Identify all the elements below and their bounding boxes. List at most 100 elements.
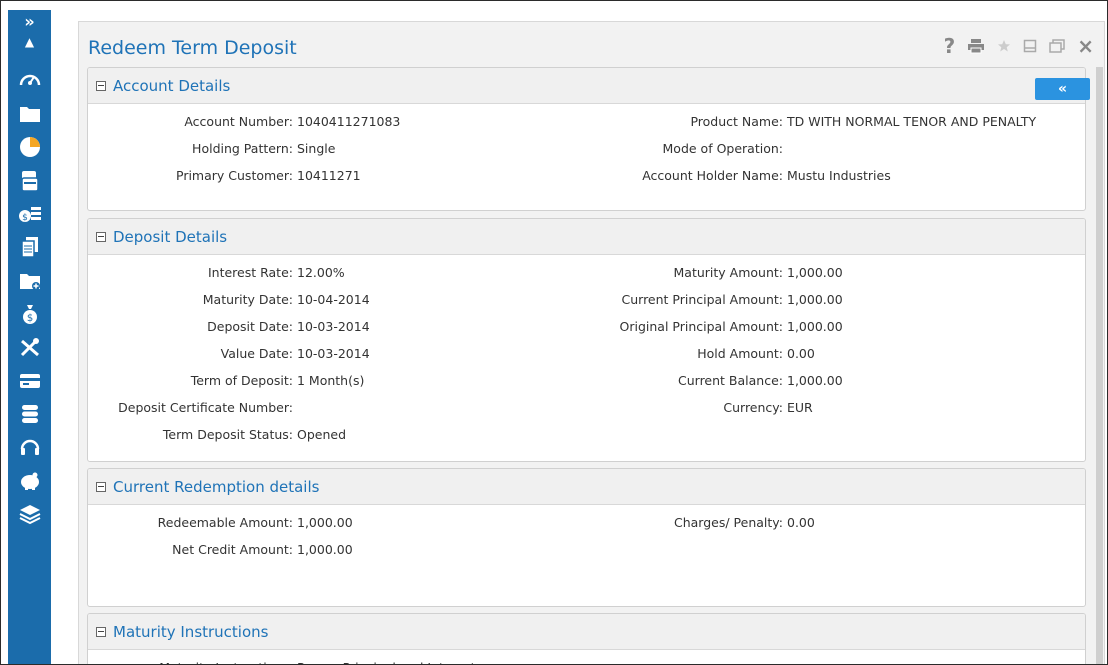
restore-button[interactable] [1049, 39, 1065, 53]
money-icon: $ [18, 207, 41, 223]
layers-icon [19, 505, 40, 525]
right-field-row: Original Principal Amount: 1,000.00 [88, 319, 1078, 337]
nav-support[interactable] [8, 433, 51, 461]
nav-savings[interactable] [8, 467, 51, 495]
account-details-section: Account Details Account Number: 104041127… [87, 67, 1086, 211]
expand-icon: » [24, 12, 35, 31]
field-value: 1,000.00 [787, 292, 843, 307]
dashboard-icon [19, 74, 40, 86]
section-title: Maturity Instructions [113, 622, 269, 641]
nav-documents[interactable] [8, 233, 51, 261]
app-frame: » ▲ $ $ Redeem Term Deposit ? × Account … [0, 0, 1108, 665]
print-button[interactable] [967, 38, 985, 54]
right-field-row: Hold Amount: 0.00 [88, 346, 1078, 364]
restore-icon [1049, 39, 1065, 53]
up-arrow-icon: ▲ [24, 35, 35, 49]
field-label: Charges/ Penalty: [674, 515, 783, 530]
help-button[interactable]: ? [944, 34, 956, 58]
deposit-details-header[interactable]: Deposit Details [88, 219, 1085, 255]
folder-icon [19, 107, 40, 122]
right-field-row: Charges/ Penalty: 0.00 [88, 515, 1078, 533]
right-field-row: Maturity Amount: 1,000.00 [88, 265, 1078, 283]
field-label: Maturity Amount: [673, 265, 784, 280]
piggy-bank-icon [20, 472, 39, 490]
field-label: Mode of Operation: [662, 141, 783, 156]
collapse-toggle-icon [96, 481, 106, 492]
field-value: 1,000.00 [787, 319, 843, 334]
nav-credit-card[interactable] [8, 367, 51, 395]
credit-card-icon [19, 374, 40, 388]
redeem-term-deposit-window: Redeem Term Deposit ? × Account Details [78, 21, 1105, 664]
redemption-details-header[interactable]: Current Redemption details [88, 469, 1085, 505]
collapse-toggle-icon [96, 231, 106, 242]
field-value: Renew Principal and Interest [297, 660, 476, 664]
nav-cards[interactable] [8, 167, 51, 195]
right-field-row: Product Name: TD WITH NORMAL TENOR AND PE… [88, 114, 1078, 132]
field-value: EUR [787, 400, 813, 415]
maturity-instructions-header[interactable]: Maturity Instructions [88, 614, 1085, 650]
headset-icon [20, 439, 39, 455]
vertical-scrollbar[interactable] [1096, 67, 1103, 664]
tools-icon [20, 338, 39, 357]
field-label: Product Name: [690, 114, 783, 129]
account-details-header[interactable]: Account Details [88, 68, 1085, 104]
nav-layers[interactable] [8, 500, 51, 528]
svg-text:$: $ [22, 213, 28, 223]
redemption-details-section: Current Redemption details Redeemable Am… [87, 468, 1086, 607]
deposit-details-section: Deposit Details Interest Rate: 12.00% Matu… [87, 218, 1086, 462]
scroll-up-button[interactable]: ▲ [8, 34, 51, 50]
nav-database[interactable] [8, 400, 51, 428]
right-field-row: Current Principal Amount: 1,000.00 [88, 292, 1078, 310]
star-icon [998, 40, 1011, 52]
scrollbar-thumb[interactable] [1096, 67, 1103, 664]
section-title: Current Redemption details [113, 477, 320, 496]
minimize-button[interactable] [1023, 39, 1037, 53]
close-button[interactable]: × [1077, 34, 1094, 58]
right-field-row: Currency: EUR [88, 400, 1078, 418]
minimize-icon [1023, 39, 1037, 53]
close-icon: × [1077, 34, 1094, 58]
field-label: Maturity Instructions: [159, 660, 293, 664]
field-label: Hold Amount: [697, 346, 783, 361]
field-value: 1,000.00 [787, 265, 843, 280]
favorite-button[interactable] [997, 39, 1011, 53]
database-icon [21, 405, 38, 423]
nav-money[interactable]: $ [8, 200, 51, 228]
field-label: Account Holder Name: [642, 168, 783, 183]
nav-pie-chart[interactable] [8, 133, 51, 161]
left-field-row: Term Deposit Status: Opened [88, 427, 1078, 445]
right-field-row: Current Balance: 1,000.00 [88, 373, 1078, 391]
field-label: Current Balance: [678, 373, 783, 388]
collapse-panel-button[interactable]: « [1035, 78, 1090, 100]
window-title: Redeem Term Deposit [88, 37, 297, 59]
section-title: Deposit Details [113, 227, 228, 246]
documents-icon [20, 237, 38, 258]
nav-money-bag[interactable]: $ [8, 300, 51, 328]
nav-tools[interactable] [8, 333, 51, 361]
expand-rail-button[interactable]: » [8, 12, 51, 32]
left-field-row: Maturity Instructions: Renew Principal an… [88, 660, 1078, 664]
right-field-row: Mode of Operation: [88, 141, 1078, 159]
folder-add-icon [19, 274, 40, 290]
collapse-toggle-icon [96, 80, 106, 91]
field-label: Original Principal Amount: [619, 319, 783, 334]
field-label: Currency: [723, 400, 783, 415]
field-value: 1,000.00 [297, 542, 353, 557]
field-value: 1,000.00 [787, 373, 843, 388]
left-nav-rail: » ▲ $ $ [8, 10, 51, 664]
nav-dashboard[interactable] [8, 66, 51, 94]
field-value: 0.00 [787, 346, 815, 361]
svg-text:$: $ [26, 313, 32, 324]
nav-folder-add[interactable] [8, 267, 51, 295]
money-bag-icon: $ [22, 305, 37, 324]
cards-icon [20, 171, 39, 192]
help-icon: ? [943, 34, 956, 58]
nav-folder[interactable] [8, 100, 51, 128]
maturity-instructions-section: Maturity Instructions Maturity Instructi… [87, 613, 1086, 664]
left-field-row: Net Credit Amount: 1,000.00 [88, 542, 1078, 560]
print-icon [968, 39, 985, 54]
right-field-row: Account Holder Name: Mustu Industries [88, 168, 1078, 186]
field-value: Opened [297, 427, 347, 442]
collapse-toggle-icon [96, 626, 106, 637]
section-title: Account Details [113, 76, 231, 95]
